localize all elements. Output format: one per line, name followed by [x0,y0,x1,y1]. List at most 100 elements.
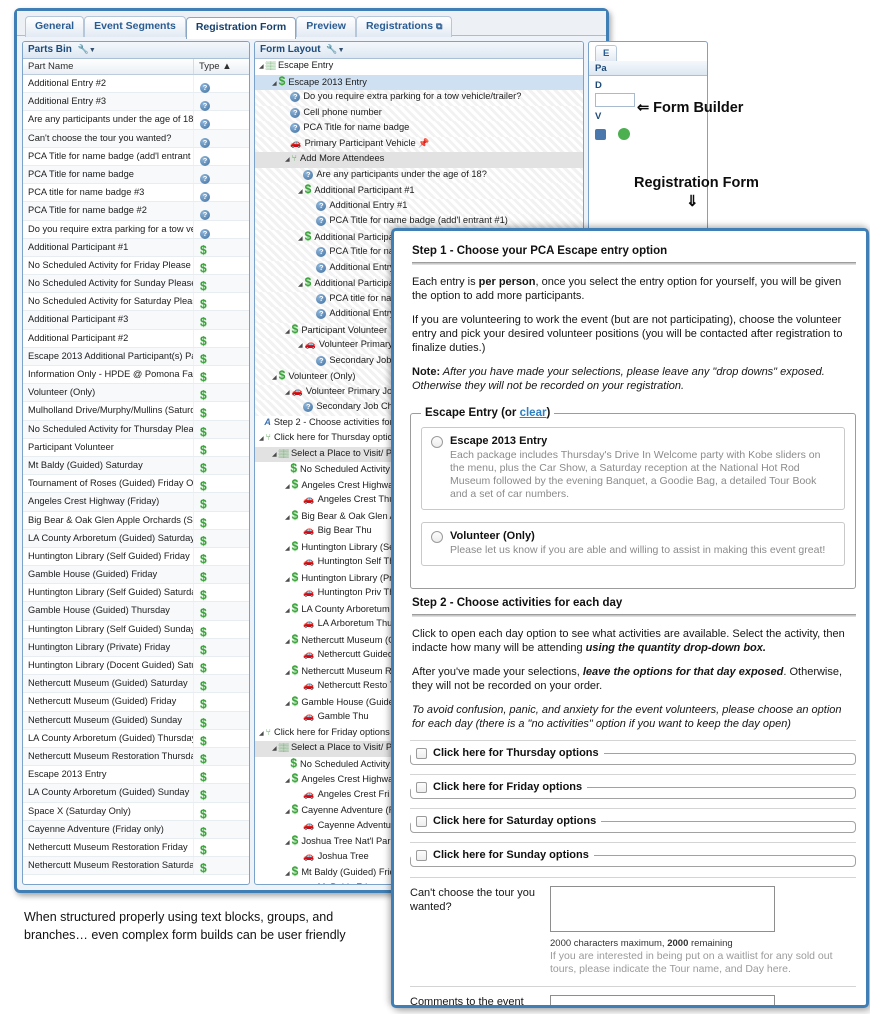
column-header-part-name[interactable]: Part Name [23,59,194,74]
expand-triangle-icon[interactable]: ◢ [272,452,277,458]
part-row[interactable]: No Scheduled Activity for Friday Please $ [23,256,249,276]
popout-icon[interactable]: ⧉ [436,21,442,31]
expand-triangle-icon[interactable]: ◢ [285,157,290,163]
checkbox[interactable] [416,815,427,827]
part-row[interactable]: Volunteer (Only) $ [23,384,249,403]
day-option-legend[interactable]: Click here for Saturday options [411,815,601,827]
tab-registrations[interactable]: Registrations ⧉ [355,16,453,37]
tab-preview[interactable]: Preview [296,16,356,37]
part-row[interactable]: Additional Participant #3 $ [23,311,249,330]
tree-node[interactable]: ? Do you require extra parking for a tow … [255,90,583,106]
tree-node[interactable]: 🚗 Primary Participant Vehicle 📌 [255,136,583,152]
part-row[interactable]: Participant Volunteer $ [23,438,249,457]
part-row[interactable]: Do you require extra parking for a tow v… [23,220,249,239]
part-row[interactable]: Additional Participant #2 $ [23,329,249,348]
part-row[interactable]: Information Only - HPDE @ Pomona Fair… $ [23,366,249,385]
part-row[interactable]: Mulholland Drive/Murphy/Mullins (Saturd…… [23,402,249,421]
part-row[interactable]: Escape 2013 Entry $ [23,766,249,785]
part-row[interactable]: No Scheduled Activity for Sunday Please $ [23,275,249,294]
expand-triangle-icon[interactable]: ◢ [285,546,290,552]
part-row[interactable]: Additional Participant #1 $ [23,238,249,257]
part-row[interactable]: Nethercutt Museum Restoration Thursday $ [23,747,249,767]
expand-triangle-icon[interactable]: ◢ [285,701,290,707]
part-row[interactable]: Escape 2013 Additional Participant(s) Pa… [23,347,249,366]
tree-node[interactable]: ? Cell phone number [255,105,583,121]
day-option-legend[interactable]: Click here for Sunday options [411,849,594,861]
expand-triangle-icon[interactable]: ◢ [272,375,277,381]
expand-triangle-icon[interactable]: ◢ [285,484,290,490]
tree-node[interactable]: ◢ $ Additional Participant #1 [255,183,583,199]
expand-triangle-icon[interactable]: ◢ [285,778,290,784]
part-row[interactable]: Nethercutt Museum (Guided) Sunday $ [23,711,249,730]
expand-triangle-icon[interactable]: ◢ [285,515,290,521]
expand-triangle-icon[interactable]: ◢ [259,436,264,442]
expand-triangle-icon[interactable]: ◢ [298,282,303,288]
expand-triangle-icon[interactable]: ◢ [285,329,290,335]
expand-triangle-icon[interactable]: ◢ [285,809,290,815]
radio-escape-2013-entry[interactable] [431,436,443,448]
part-row[interactable]: Gamble House (Guided) Thursday $ [23,602,249,621]
expand-triangle-icon[interactable]: ◢ [285,390,290,396]
day-option-thursday[interactable]: Click here for Thursday options [410,747,856,765]
part-row[interactable]: Huntington Library (Self Guided) Saturda… [23,584,249,603]
checkbox[interactable] [416,747,427,759]
expand-triangle-icon[interactable]: ◢ [272,81,277,87]
part-row[interactable]: LA County Arboretum (Guided) Thursday $ [23,729,249,748]
part-row[interactable]: Are any participants under the age of 18… [23,111,249,130]
part-row[interactable]: Big Bear & Oak Glen Apple Orchards (S… $ [23,511,249,530]
part-row[interactable]: PCA Title for name badge? [23,165,249,185]
part-row[interactable]: No Scheduled Activity for Saturday Pleas… [23,293,249,312]
part-row[interactable]: Tournament of Roses (Guided) Friday Only… [23,475,249,494]
part-row[interactable]: PCA title for name badge #3? [23,184,249,203]
part-row[interactable]: Additional Entry #2? [23,75,249,94]
tree-node[interactable]: ◢ $ Escape 2013 Entry [255,74,583,90]
part-row[interactable]: Can't choose the tour you wanted?? [23,129,249,148]
expand-triangle-icon[interactable]: ◢ [285,840,290,846]
expand-triangle-icon[interactable]: ◢ [285,608,290,614]
expand-triangle-icon[interactable]: ◢ [259,64,264,70]
radio-volunteer-only[interactable] [431,531,443,543]
comments-textarea[interactable] [550,995,775,1005]
properties-tab[interactable]: E [595,45,618,61]
part-row[interactable]: Gamble House (Guided) Friday $ [23,566,249,585]
day-option-legend[interactable]: Click here for Friday options [411,781,587,793]
expand-triangle-icon[interactable]: ◢ [272,746,277,752]
checkbox[interactable] [416,849,427,861]
part-row[interactable]: Huntington Library (Self Guided) Sunday $ [23,620,249,639]
wrench-icon[interactable]: 🔧 [326,44,337,54]
tab-registration-form[interactable]: Registration Form [185,17,297,39]
part-row[interactable]: LA County Arboretum (Guided) Sunday $ [23,784,249,803]
part-row[interactable]: Huntington Library (Private) Friday $ [23,638,249,657]
expand-triangle-icon[interactable]: ◢ [298,236,303,242]
chevron-down-icon[interactable]: ▼ [338,47,345,54]
tab-general[interactable]: General [25,16,85,37]
part-row[interactable]: Nethercutt Museum Restoration Saturday $ [23,857,249,876]
expand-triangle-icon[interactable]: ◢ [285,871,290,877]
expand-triangle-icon[interactable]: ◢ [298,343,303,349]
part-row[interactable]: Huntington Library (Docent Guided) Satu…… [23,657,249,676]
column-header-type[interactable]: Type ▲ [194,59,249,74]
part-row[interactable]: Nethercutt Museum (Guided) Friday $ [23,693,249,712]
tab-event-segments[interactable]: Event Segments [84,16,186,37]
part-row[interactable]: Additional Entry #3? [23,93,249,112]
part-row[interactable]: Space X (Saturday Only) $ [23,802,249,821]
tree-node[interactable]: ? Are any participants under the age of 1… [255,167,583,183]
day-option-saturday[interactable]: Click here for Saturday options [410,815,856,833]
part-row[interactable]: LA County Arboretum (Guided) Saturday $ [23,529,249,548]
wrench-icon[interactable]: 🔧 [78,44,89,54]
property-input-d[interactable] [595,93,635,107]
day-option-friday[interactable]: Click here for Friday options [410,781,856,799]
tree-node[interactable]: ? PCA Title for name badge [255,121,583,137]
day-option-legend[interactable]: Click here for Thursday options [411,747,604,759]
part-row[interactable]: Angeles Crest Highway (Friday) $ [23,493,249,512]
entry-option-volunteer-only[interactable]: Volunteer (Only) Please let us know if y… [421,522,845,566]
day-option-sunday[interactable]: Click here for Sunday options [410,849,856,867]
clear-link[interactable]: clear [520,407,547,419]
parts-list[interactable]: Additional Entry #2? Additional Entry #3?… [23,75,249,884]
part-row[interactable]: PCA Title for name badge #2? [23,202,249,221]
expand-triangle-icon[interactable]: ◢ [285,670,290,676]
part-row[interactable]: Cayenne Adventure (Friday only) $ [23,820,249,839]
part-row[interactable]: Nethercutt Museum (Guided) Saturday $ [23,675,249,694]
part-row[interactable]: Huntington Library (Self Guided) Friday $ [23,547,249,567]
part-row[interactable]: Mt Baldy (Guided) Saturday $ [23,456,249,476]
